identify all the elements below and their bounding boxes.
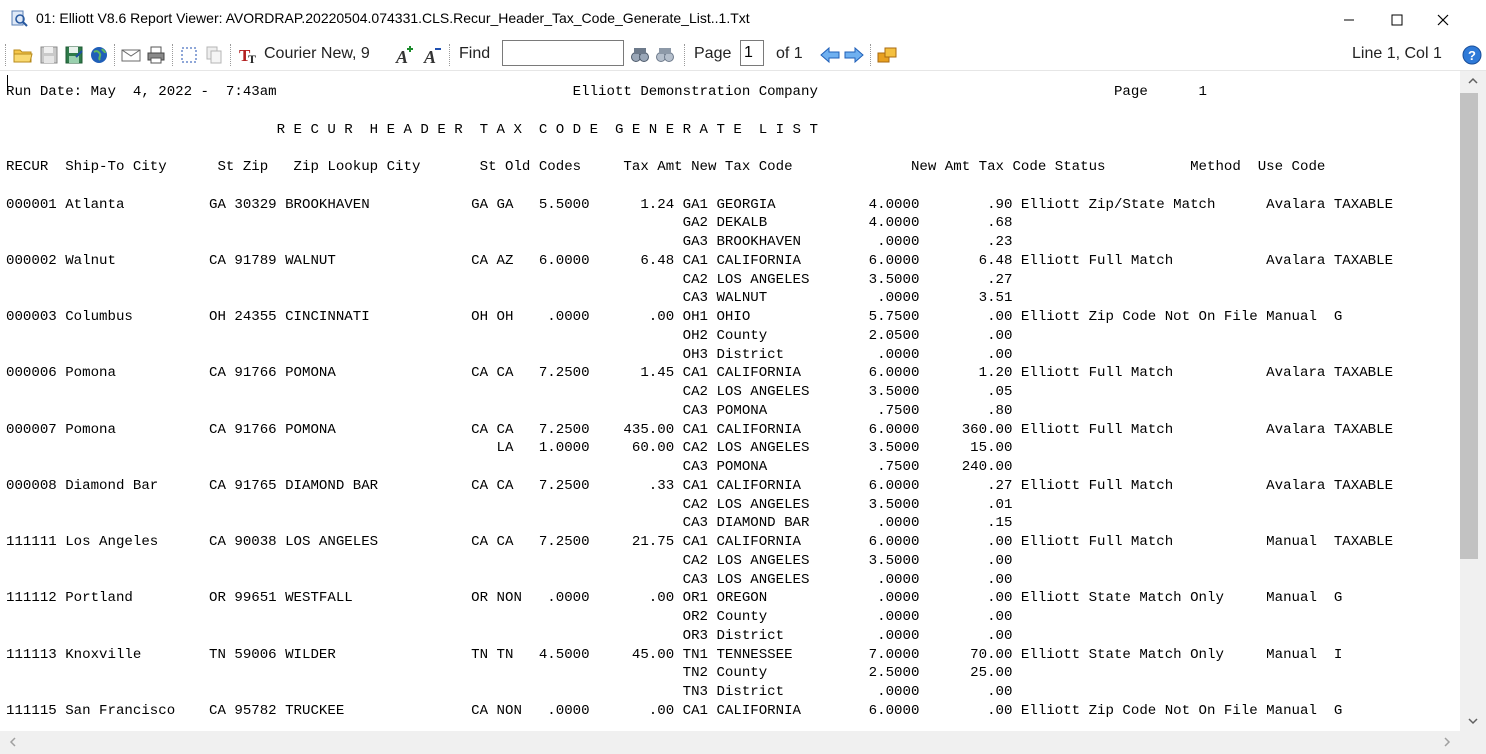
report-line: CA3 WALNUT .0000 3.51 (6, 290, 1013, 307)
export-icon[interactable] (876, 44, 898, 66)
select-all-icon[interactable] (178, 44, 200, 66)
report-line: 111113 Knoxville TN 59006 WILDER TN TN 4… (6, 646, 1343, 663)
toolbar-grip (5, 44, 7, 66)
vertical-scrollbar[interactable] (1460, 71, 1486, 731)
report-line: 000002 Walnut CA 91789 WALNUT CA AZ 6.00… (6, 252, 1394, 269)
report-text: Run Date: May 4, 2022 - 7:43am Elliott D… (6, 83, 1393, 721)
maximize-button[interactable] (1374, 0, 1420, 40)
page-number-input[interactable] (740, 40, 764, 66)
vertical-scroll-thumb[interactable] (1460, 93, 1478, 559)
toolbar-separator (172, 44, 174, 66)
report-line: 000003 Columbus OH 24355 CINCINNATI OH O… (6, 309, 1343, 325)
window-title: 01: Elliott V8.6 Report Viewer: AVORDRAP… (36, 10, 750, 26)
print-icon[interactable] (145, 44, 167, 66)
next-page-icon[interactable] (843, 44, 865, 66)
minimize-button[interactable] (1326, 0, 1372, 40)
globe-icon[interactable] (88, 44, 110, 66)
scroll-down-arrow-icon[interactable] (1460, 711, 1486, 731)
scroll-left-arrow-icon[interactable] (6, 735, 20, 749)
save-as-icon[interactable] (63, 44, 85, 66)
report-line: CA2 LOS ANGELES 3.5000 .01 (6, 496, 1013, 513)
report-line: 111115 San Francisco CA 95782 TRUCKEE CA… (6, 702, 1343, 719)
scrollbar-corner (1460, 731, 1486, 754)
report-line: 000001 Atlanta GA 30329 BROOKHAVEN GA GA… (6, 196, 1394, 213)
close-button[interactable] (1420, 0, 1466, 40)
report-line: R E C U R H E A D E R T A X C O D E G E … (6, 121, 818, 138)
previous-page-icon[interactable] (819, 44, 841, 66)
report-line: CA3 POMONA .7500 240.00 (6, 459, 1013, 475)
report-line (6, 177, 1393, 196)
toolbar-separator (684, 44, 686, 66)
title-bar: 01: Elliott V8.6 Report Viewer: AVORDRAP… (0, 0, 1486, 40)
find-next-icon[interactable] (629, 44, 651, 66)
svg-text:T: T (248, 52, 256, 66)
report-line: OH3 District .0000 .00 (6, 346, 1013, 363)
find-input[interactable] (502, 40, 624, 66)
report-line: GA2 DEKALB 4.0000 .68 (6, 215, 1013, 232)
open-folder-icon[interactable] (12, 44, 34, 66)
svg-text:A: A (423, 47, 436, 66)
page-label: Page (694, 45, 732, 62)
report-line: CA2 LOS ANGELES 3.5000 .05 (6, 384, 1013, 400)
scroll-up-arrow-icon[interactable] (1460, 71, 1486, 91)
report-line: 111111 Los Angeles CA 90038 LOS ANGELES … (6, 534, 1394, 550)
report-line: 111112 Portland OR 99651 WESTFALL OR NON… (6, 590, 1343, 607)
report-line: GA3 BROOKHAVEN .0000 .23 (6, 234, 1013, 250)
toolbar: TT Courier New, 9 A A Find Page of 1 Lin… (0, 40, 1486, 71)
increase-font-icon[interactable]: A (394, 44, 416, 67)
report-line: RECUR Ship-To City St Zip Zip Lookup Cit… (6, 159, 1326, 175)
save-icon[interactable] (38, 44, 60, 66)
toolbar-separator (230, 44, 232, 66)
toolbar-separator (449, 44, 451, 66)
report-line: 000008 Diamond Bar CA 91765 DIAMOND BAR … (6, 477, 1394, 494)
svg-text:?: ? (1468, 48, 1476, 63)
report-line (6, 102, 1393, 121)
report-viewer-app-icon (10, 10, 28, 28)
decrease-font-icon[interactable]: A (422, 44, 444, 67)
report-line: CA2 LOS ANGELES 3.5000 .27 (6, 271, 1013, 288)
report-line: 000006 Pomona CA 91766 POMONA CA CA 7.25… (6, 365, 1394, 382)
report-line: CA3 DIAMOND BAR .0000 .15 (6, 515, 1013, 532)
page-count-label: of 1 (776, 45, 803, 62)
find-previous-icon[interactable] (654, 44, 676, 66)
report-line: 000007 Pomona CA 91766 POMONA CA CA 7.25… (6, 421, 1394, 438)
scroll-right-arrow-icon[interactable] (1440, 735, 1454, 749)
report-line: Run Date: May 4, 2022 - 7:43am Elliott D… (6, 84, 1207, 100)
cursor-position-label: Line 1, Col 1 (1352, 45, 1442, 62)
report-line: OH2 County 2.0500 .00 (6, 327, 1013, 344)
report-text-area[interactable]: Run Date: May 4, 2022 - 7:43am Elliott D… (0, 71, 1460, 731)
horizontal-scrollbar[interactable] (0, 731, 1460, 754)
report-line: LA 1.0000 60.00 CA2 LOS ANGELES 3.5000 1… (6, 440, 1013, 457)
report-line: CA3 POMONA .7500 .80 (6, 402, 1013, 419)
copy-icon[interactable] (203, 44, 225, 66)
font-icon[interactable]: TT (238, 44, 260, 66)
report-line: TN3 District .0000 .00 (6, 684, 1013, 700)
report-line: CA2 LOS ANGELES 3.5000 .00 (6, 552, 1013, 569)
report-line: OR2 County .0000 .00 (6, 609, 1013, 625)
toolbar-separator (114, 44, 116, 66)
toolbar-separator (870, 44, 872, 66)
font-name-label[interactable]: Courier New, 9 (264, 45, 370, 63)
report-line (6, 139, 1393, 158)
svg-text:A: A (395, 47, 408, 66)
report-line: TN2 County 2.5000 25.00 (6, 665, 1013, 682)
help-icon[interactable]: ? (1461, 44, 1483, 66)
report-line: CA3 LOS ANGELES .0000 .00 (6, 571, 1013, 588)
report-line: OR3 District .0000 .00 (6, 627, 1013, 644)
find-label: Find (459, 45, 491, 62)
email-icon[interactable] (120, 44, 142, 66)
